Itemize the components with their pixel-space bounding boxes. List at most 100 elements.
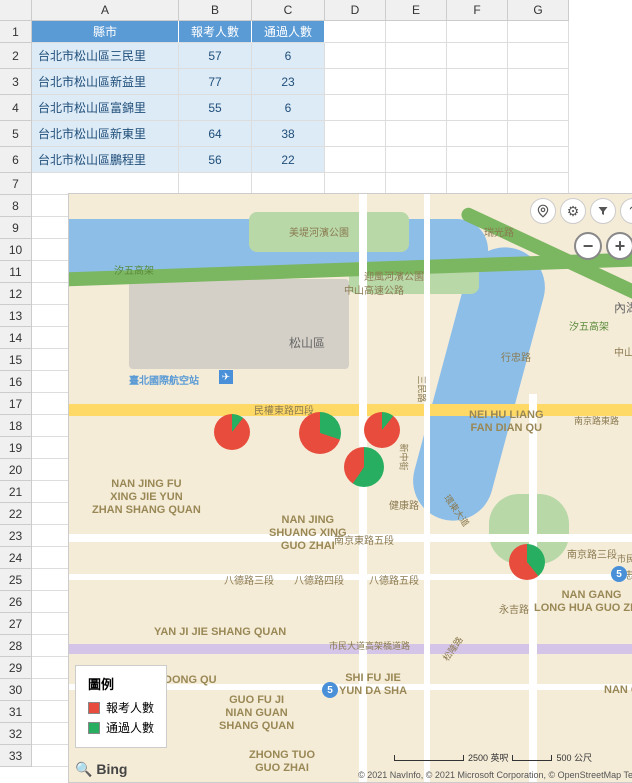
cell[interactable]: [508, 95, 569, 121]
cell[interactable]: [447, 147, 508, 173]
zoom-in-button[interactable]: +: [606, 232, 632, 260]
row-header-4[interactable]: 4: [0, 95, 32, 121]
row-header-10[interactable]: 10: [0, 239, 32, 261]
row-header-8[interactable]: 8: [0, 195, 32, 217]
row-header-21[interactable]: 21: [0, 481, 32, 503]
col-header-C[interactable]: C: [252, 0, 325, 21]
cell[interactable]: [386, 173, 447, 195]
cell[interactable]: [508, 69, 569, 95]
map-filter-button[interactable]: [590, 198, 616, 224]
table-cell-passed[interactable]: 6: [252, 43, 325, 69]
row-header-16[interactable]: 16: [0, 371, 32, 393]
cell[interactable]: [508, 173, 569, 195]
row-header-26[interactable]: 26: [0, 591, 32, 613]
row-header-5[interactable]: 5: [0, 121, 32, 147]
cell[interactable]: [447, 21, 508, 43]
row-header-20[interactable]: 20: [0, 459, 32, 481]
cell[interactable]: [447, 121, 508, 147]
row-header-25[interactable]: 25: [0, 569, 32, 591]
select-all-corner[interactable]: [0, 0, 32, 21]
col-header-E[interactable]: E: [386, 0, 447, 21]
cell[interactable]: [386, 21, 447, 43]
row-header-6[interactable]: 6: [0, 147, 32, 173]
table-cell-passed[interactable]: 23: [252, 69, 325, 95]
cell[interactable]: [252, 173, 325, 195]
cell[interactable]: [325, 43, 386, 69]
map-help-button[interactable]: ?: [620, 198, 632, 224]
cell[interactable]: [32, 173, 179, 195]
col-header-D[interactable]: D: [325, 0, 386, 21]
col-header-B[interactable]: B: [179, 0, 252, 21]
table-cell-name[interactable]: 台北市松山區鵬程里: [32, 147, 179, 173]
col-header-F[interactable]: F: [447, 0, 508, 21]
row-header-28[interactable]: 28: [0, 635, 32, 657]
row-header-24[interactable]: 24: [0, 547, 32, 569]
row-header-33[interactable]: 33: [0, 745, 32, 767]
map-settings-button[interactable]: ⚙: [560, 198, 586, 224]
cell[interactable]: [386, 43, 447, 69]
row-header-12[interactable]: 12: [0, 283, 32, 305]
table-cell-name[interactable]: 台北市松山區新益里: [32, 69, 179, 95]
cell[interactable]: [508, 121, 569, 147]
row-header-9[interactable]: 9: [0, 217, 32, 239]
row-header-29[interactable]: 29: [0, 657, 32, 679]
map-neighborhood: NEI HU LIANG FAN DIAN QU: [469, 409, 544, 435]
cell[interactable]: [325, 121, 386, 147]
row-header-2[interactable]: 2: [0, 43, 32, 69]
table-cell-passed[interactable]: 38: [252, 121, 325, 147]
cell[interactable]: [325, 95, 386, 121]
row-header-23[interactable]: 23: [0, 525, 32, 547]
col-header-G[interactable]: G: [508, 0, 569, 21]
table-cell-name[interactable]: 台北市松山區三民里: [32, 43, 179, 69]
cell[interactable]: [386, 121, 447, 147]
map-neighborhood: NAN JING FU XING JIE YUN ZHAN SHANG QUAN: [92, 478, 201, 518]
table-header-applicants[interactable]: 報考人數: [179, 21, 252, 43]
row-header-32[interactable]: 32: [0, 723, 32, 745]
table-cell-applicants[interactable]: 55: [179, 95, 252, 121]
col-header-A[interactable]: A: [32, 0, 179, 21]
table-header-passed[interactable]: 通過人數: [252, 21, 325, 43]
map-location-button[interactable]: [530, 198, 556, 224]
cell[interactable]: [447, 95, 508, 121]
map-chart[interactable]: ⚙ ? − +: [68, 193, 632, 783]
table-header-county[interactable]: 縣市: [32, 21, 179, 43]
row-header-27[interactable]: 27: [0, 613, 32, 635]
row-header-3[interactable]: 3: [0, 69, 32, 95]
row-header-31[interactable]: 31: [0, 701, 32, 723]
cell[interactable]: [386, 147, 447, 173]
table-cell-name[interactable]: 台北市松山區富錦里: [32, 95, 179, 121]
cell[interactable]: [508, 21, 569, 43]
cell[interactable]: [508, 43, 569, 69]
cell[interactable]: [447, 43, 508, 69]
cell[interactable]: [447, 69, 508, 95]
row-header-15[interactable]: 15: [0, 349, 32, 371]
cell[interactable]: [508, 147, 569, 173]
row-header-22[interactable]: 22: [0, 503, 32, 525]
table-cell-name[interactable]: 台北市松山區新東里: [32, 121, 179, 147]
map-label-district: 內湖區: [614, 299, 632, 316]
row-header-30[interactable]: 30: [0, 679, 32, 701]
cell[interactable]: [325, 147, 386, 173]
row-header-13[interactable]: 13: [0, 305, 32, 327]
table-cell-applicants[interactable]: 56: [179, 147, 252, 173]
table-cell-passed[interactable]: 6: [252, 95, 325, 121]
zoom-out-button[interactable]: −: [574, 232, 602, 260]
cell[interactable]: [325, 21, 386, 43]
table-cell-passed[interactable]: 22: [252, 147, 325, 173]
row-header-1[interactable]: 1: [0, 21, 32, 43]
cell[interactable]: [386, 95, 447, 121]
row-header-17[interactable]: 17: [0, 393, 32, 415]
row-header-18[interactable]: 18: [0, 415, 32, 437]
cell[interactable]: [447, 173, 508, 195]
row-header-11[interactable]: 11: [0, 261, 32, 283]
cell[interactable]: [179, 173, 252, 195]
table-cell-applicants[interactable]: 57: [179, 43, 252, 69]
row-header-14[interactable]: 14: [0, 327, 32, 349]
cell[interactable]: [325, 173, 386, 195]
cell[interactable]: [325, 69, 386, 95]
table-cell-applicants[interactable]: 64: [179, 121, 252, 147]
row-header-7[interactable]: 7: [0, 173, 32, 195]
cell[interactable]: [386, 69, 447, 95]
table-cell-applicants[interactable]: 77: [179, 69, 252, 95]
row-header-19[interactable]: 19: [0, 437, 32, 459]
